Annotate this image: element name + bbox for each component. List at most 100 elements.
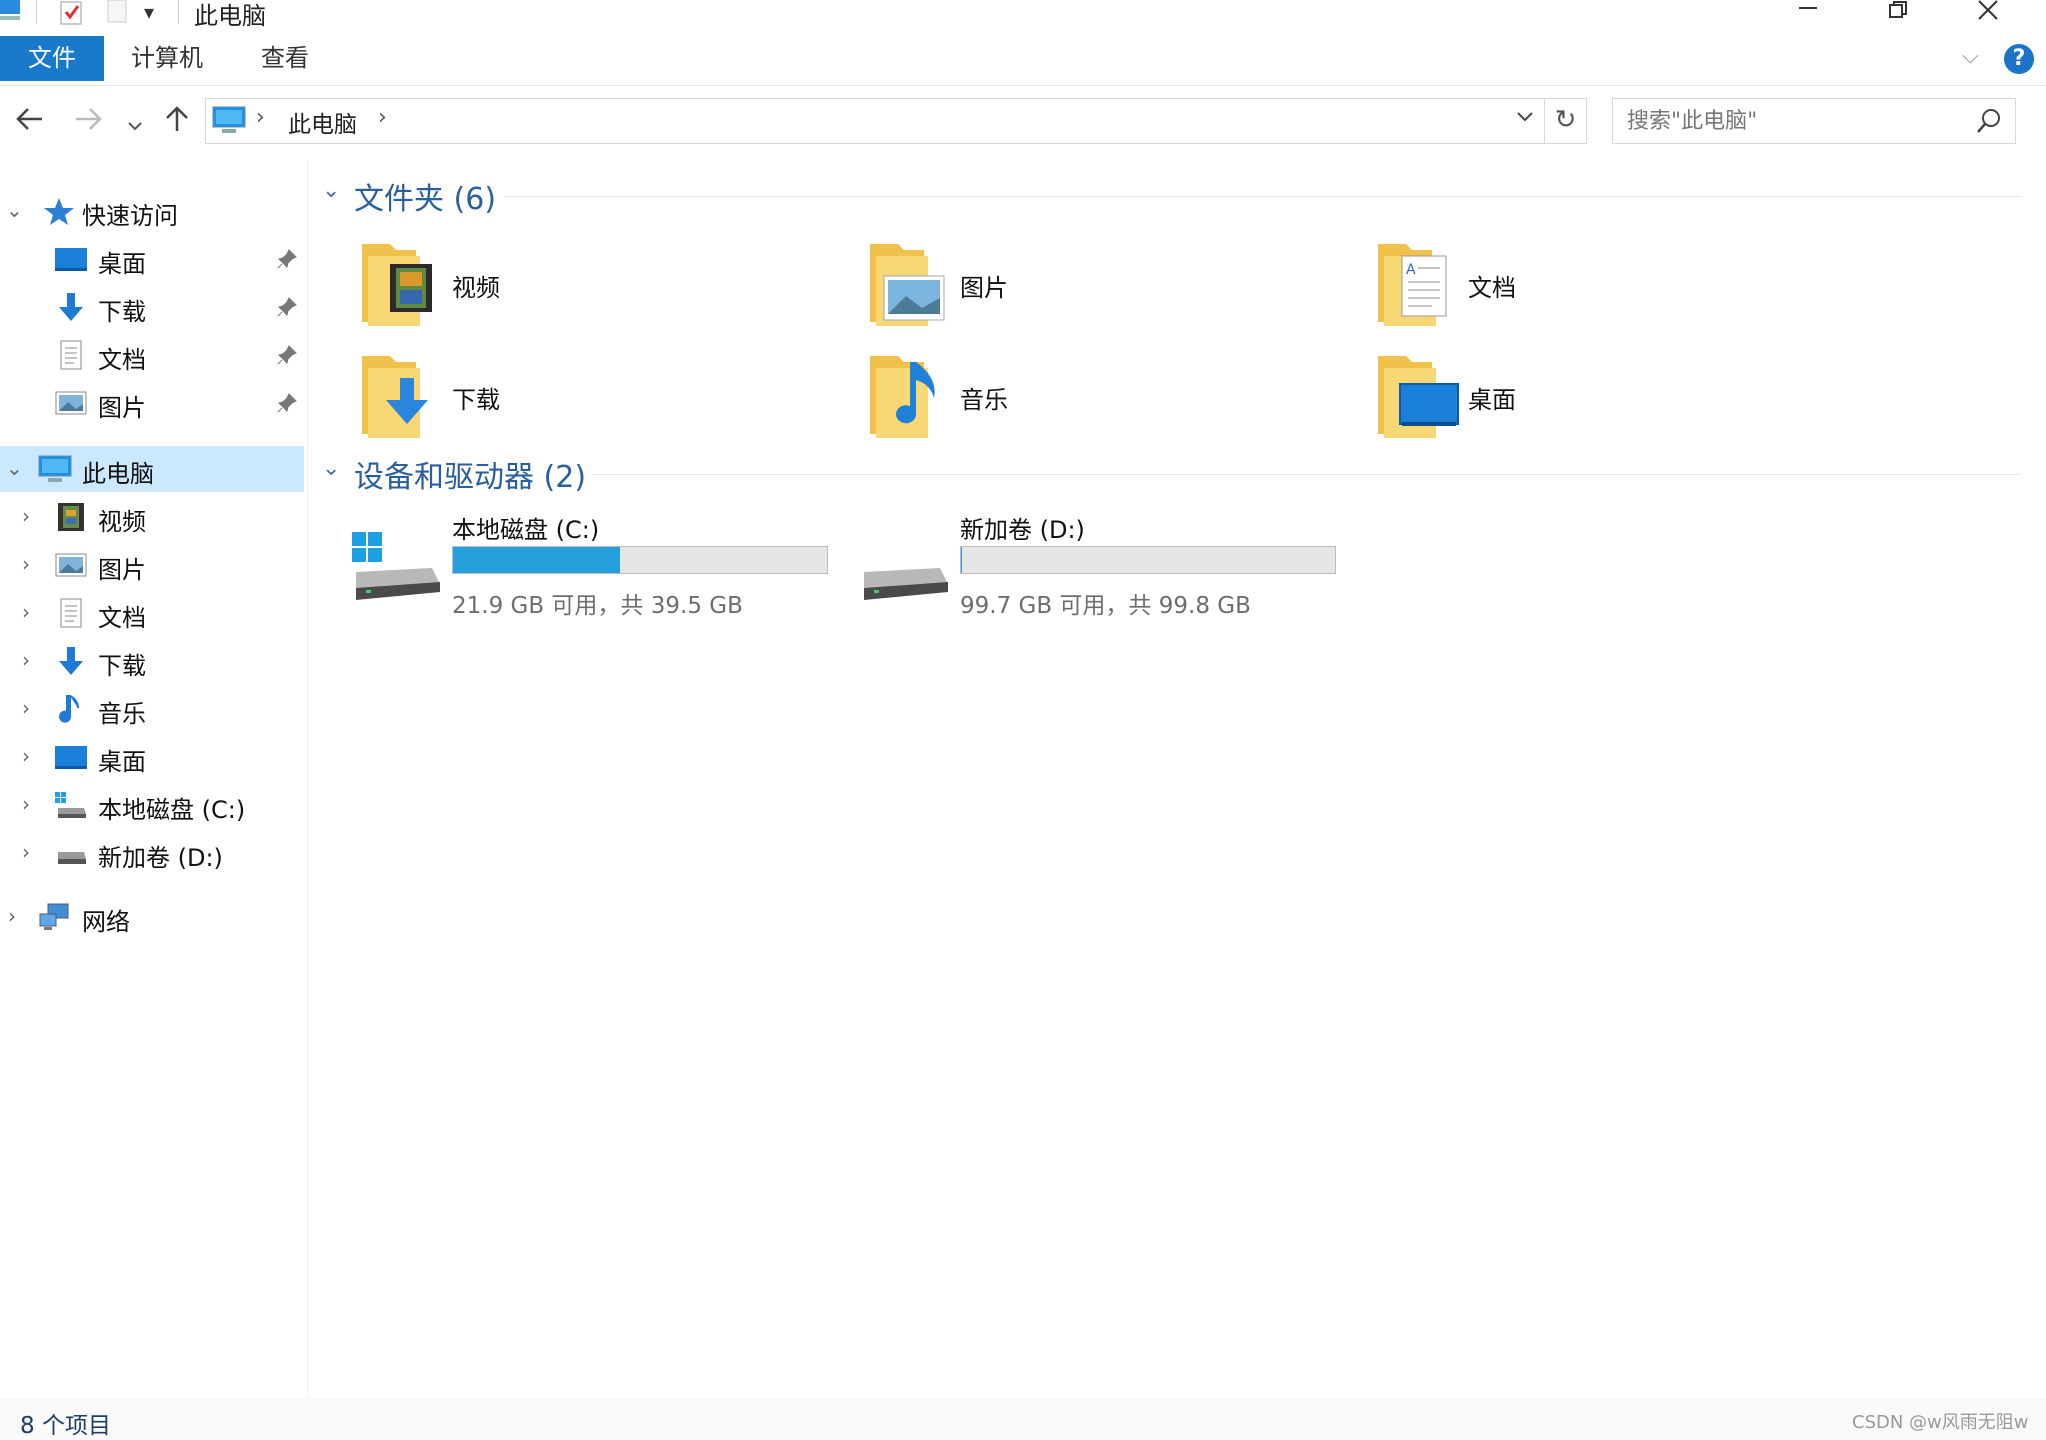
restore-icon <box>1889 1 1907 18</box>
refresh-icon[interactable]: ↻ <box>1544 99 1586 143</box>
folder-label: 音乐 <box>960 386 1008 414</box>
sidebar-item-documents[interactable]: 文档 <box>0 332 304 378</box>
sidebar-item-music[interactable]: › 音乐 <box>0 686 304 732</box>
folder-pictures[interactable]: 图片 <box>868 236 1348 336</box>
documents-folder-icon: A <box>1378 244 1447 326</box>
sidebar-item-network[interactable]: › 网络 <box>0 894 304 940</box>
chevron-right-icon[interactable]: › <box>8 904 16 928</box>
pin-icon[interactable] <box>276 296 298 318</box>
drive-free-space: 21.9 GB 可用，共 39.5 GB <box>452 593 743 619</box>
sidebar-item-this-pc[interactable]: ⌄ 此电脑 <box>0 446 304 492</box>
folder-downloads[interactable]: 下载 <box>360 348 840 448</box>
sidebar-item-desktop[interactable]: 桌面 <box>0 236 304 282</box>
properties-icon[interactable] <box>58 0 86 26</box>
chevron-down-icon[interactable]: ⌄ <box>6 198 23 222</box>
content-pane: ⌄ 文件夹 (6) 视频 图片 A 文档 下载 音乐 桌面 ⌄ 设备和驱动器 (… <box>320 160 2030 1400</box>
chevron-right-icon[interactable]: › <box>22 648 30 672</box>
recent-locations-button[interactable] <box>126 108 144 143</box>
chevron-down-icon[interactable]: ⌄ <box>6 456 23 480</box>
pin-icon[interactable] <box>276 248 298 270</box>
computer-icon[interactable] <box>0 0 22 26</box>
drive-d[interactable]: 新加卷 (D:) 99.7 GB 可用，共 99.8 GB <box>860 510 1360 620</box>
chevron-right-icon[interactable]: › <box>22 600 30 624</box>
sidebar-item-downloads[interactable]: 下载 <box>0 284 304 330</box>
address-dropdown-icon[interactable] <box>1514 105 1536 133</box>
svg-text:A: A <box>1406 262 1416 278</box>
new-folder-icon[interactable] <box>106 0 130 26</box>
forward-arrow-icon <box>76 108 102 130</box>
search-box[interactable] <box>1612 98 2016 144</box>
sidebar-item-videos[interactable]: › 视频 <box>0 494 304 540</box>
group-title: 文件夹 (6) <box>354 182 497 217</box>
close-icon <box>1978 0 1998 20</box>
downloads-folder-icon <box>362 356 428 438</box>
chevron-right-icon[interactable]: › <box>22 792 30 816</box>
drive-c[interactable]: 本地磁盘 (C:) 21.9 GB 可用，共 39.5 GB <box>352 510 852 620</box>
up-button[interactable] <box>162 104 192 142</box>
close-button[interactable] <box>1958 0 2018 30</box>
folder-documents[interactable]: A 文档 <box>1376 236 1856 336</box>
status-bar: 8 个项目 CSDN @w风雨无阻w <box>0 1398 2046 1440</box>
drive-icon <box>864 568 948 600</box>
tab-computer[interactable]: 计算机 <box>131 36 203 81</box>
group-divider <box>504 196 2020 197</box>
folder-label: 桌面 <box>1468 386 1516 414</box>
help-icon[interactable]: ? <box>2004 44 2034 74</box>
chevron-down-icon[interactable]: ⌄ <box>322 456 340 481</box>
breadcrumb-this-pc[interactable]: 此电脑 <box>288 105 357 139</box>
restore-button[interactable] <box>1868 0 1928 30</box>
search-icon[interactable] <box>1973 105 2005 137</box>
video-icon <box>58 503 84 531</box>
folder-videos[interactable]: 视频 <box>360 236 840 336</box>
folder-music[interactable]: 音乐 <box>868 348 1348 448</box>
sidebar-item-drive-c[interactable]: › 本地磁盘 (C:) <box>0 782 304 828</box>
network-icon <box>39 903 69 930</box>
sidebar-item-documents[interactable]: › 文档 <box>0 590 304 636</box>
search-input[interactable] <box>1627 107 1957 135</box>
address-bar[interactable]: › 此电脑 › ↻ <box>205 98 1587 144</box>
chevron-down-icon[interactable]: ⌄ <box>322 178 340 203</box>
tab-file[interactable]: 文件 <box>0 36 104 81</box>
desktop-icon <box>55 746 87 769</box>
minimize-button[interactable] <box>1778 0 1838 30</box>
sidebar-item-quick-access[interactable]: ⌄ 快速访问 <box>0 188 304 234</box>
sidebar-item-pictures[interactable]: 图片 <box>0 380 304 426</box>
back-button[interactable] <box>14 104 46 142</box>
qat-customize-icon[interactable]: ▾ <box>144 0 154 24</box>
sidebar-item-label: 文档 <box>98 346 146 374</box>
system-drive-icon <box>352 532 440 600</box>
chevron-right-icon[interactable]: › <box>22 552 30 576</box>
download-icon <box>59 293 83 321</box>
group-title: 设备和驱动器 (2) <box>354 460 587 495</box>
tab-view[interactable]: 查看 <box>261 36 309 81</box>
sidebar-item-label: 桌面 <box>98 250 146 278</box>
breadcrumb-separator[interactable]: › <box>256 105 265 130</box>
document-icon <box>60 598 82 628</box>
window-title: 此电脑 <box>194 2 266 30</box>
sidebar-item-label: 下载 <box>98 652 146 680</box>
chevron-right-icon[interactable]: › <box>22 696 30 720</box>
drives-group-header[interactable]: ⌄ 设备和驱动器 (2) <box>320 452 2020 495</box>
sidebar-item-pictures[interactable]: › 图片 <box>0 542 304 588</box>
pin-icon[interactable] <box>276 344 298 366</box>
sidebar-item-downloads[interactable]: › 下载 <box>0 638 304 684</box>
title-bar: ▾ 此电脑 <box>0 0 2046 34</box>
chevron-right-icon[interactable]: › <box>22 504 30 528</box>
forward-button[interactable] <box>72 104 104 142</box>
music-folder-icon <box>870 356 935 438</box>
expand-ribbon-icon[interactable]: ⌵ <box>1962 44 1979 69</box>
drive-icon <box>58 852 86 864</box>
computer-icon <box>38 455 72 482</box>
chevron-right-icon[interactable]: › <box>22 840 30 864</box>
folders-group-header[interactable]: ⌄ 文件夹 (6) <box>320 174 2020 217</box>
drive-name: 本地磁盘 (C:) <box>452 516 600 544</box>
sidebar-item-drive-d[interactable]: › 新加卷 (D:) <box>0 830 304 876</box>
sidebar-item-desktop[interactable]: › 桌面 <box>0 734 304 780</box>
chevron-right-icon[interactable]: › <box>22 744 30 768</box>
breadcrumb-separator[interactable]: › <box>378 105 387 130</box>
pin-icon[interactable] <box>276 392 298 414</box>
folder-desktop[interactable]: 桌面 <box>1376 348 1856 448</box>
system-drive-icon <box>55 792 86 818</box>
sidebar-item-label: 网络 <box>82 908 130 936</box>
computer-icon <box>212 106 246 133</box>
